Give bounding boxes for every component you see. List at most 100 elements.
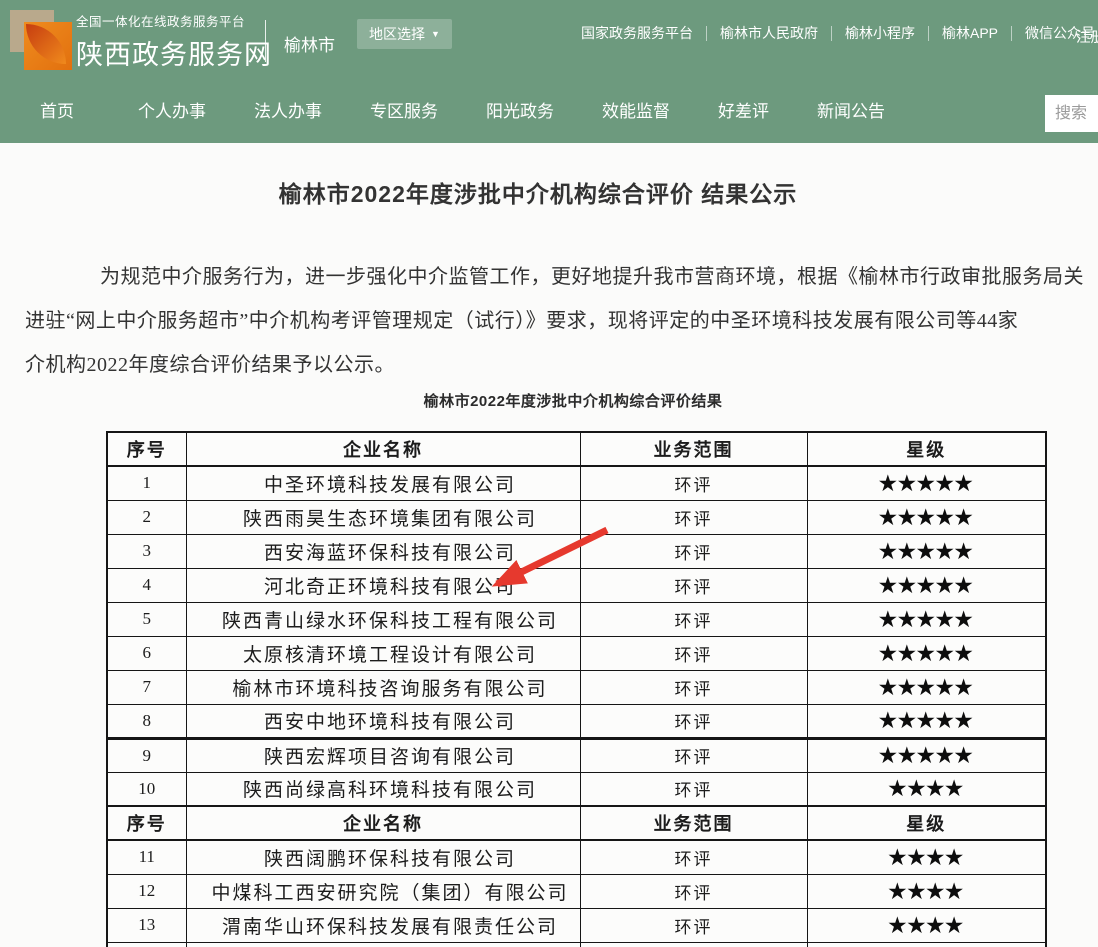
business-scope-cell: 环评 (580, 670, 807, 704)
table-row: 12中煤科工西安研究院（集团）有限公司环评★★★★ (107, 874, 1046, 908)
star-rating-cell: ★★★★★ (807, 704, 1046, 738)
register-link[interactable]: 注册 (1076, 26, 1098, 47)
table-caption: 榆林市2022年度涉批中介机构综合评价结果 (0, 390, 1098, 411)
business-scope-cell: 环评 (580, 772, 807, 806)
site-header: 全国一体化在线政务服务平台 陕西政务服务网 榆林市 地区选择 ▼ 国家政务服务平… (0, 0, 1098, 143)
serial-cell: 2 (107, 500, 186, 534)
column-header: 星级 (807, 432, 1046, 466)
business-scope-cell: 环评 (580, 704, 807, 738)
paragraph-line: 进驻“网上中介服务超市”中介机构考评管理规定（试行）》要求，现将评定的中圣环境科… (25, 299, 1098, 343)
company-name-cell: 太原核清环境工程设计有限公司 (186, 636, 580, 670)
nav-item[interactable]: 阳光政务 (486, 97, 554, 122)
company-name-cell: 西安海蓝环保科技有限公司 (186, 534, 580, 568)
notice-document: 榆林市2022年度涉批中介机构综合评价 结果公示 为规范中介服务行为，进一步强化… (0, 143, 1098, 947)
brand-block: 全国一体化在线政务服务平台 陕西政务服务网 (76, 11, 272, 72)
page-title: 榆林市2022年度涉批中介机构综合评价 结果公示 (0, 175, 1076, 209)
nav-item[interactable]: 首页 (40, 97, 74, 122)
company-name-cell: 陕西雨昊生态环境集团有限公司 (186, 500, 580, 534)
site-logo (10, 8, 74, 66)
serial-cell: 4 (107, 568, 186, 602)
table-row: 9陕西宏辉项目咨询有限公司环评★★★★★ (107, 738, 1046, 772)
business-scope-cell: 环评 (580, 636, 807, 670)
nav-item[interactable]: 好差评 (718, 97, 769, 122)
column-header: 企业名称 (186, 806, 580, 840)
serial-cell: 7 (107, 670, 186, 704)
nav-item[interactable]: 法人办事 (254, 97, 322, 122)
top-link[interactable]: 国家政务服务平台 (568, 26, 707, 41)
table-header-row: 序号企业名称业务范围星级 (107, 806, 1046, 840)
nav-item[interactable]: 专区服务 (370, 97, 438, 122)
company-name-cell (186, 942, 580, 947)
main-nav: 首页 个人办事 法人办事 专区服务 阳光政务 效能监督 好差评 新闻公告 (40, 97, 885, 122)
chevron-down-icon: ▼ (431, 30, 440, 39)
paragraph-line: 介机构2022年度综合评价结果予以公示。 (25, 343, 1098, 387)
serial-cell: 12 (107, 874, 186, 908)
company-name-cell: 榆林市环境科技咨询服务有限公司 (186, 670, 580, 704)
table-row: 11陕西阔鹏环保科技有限公司环评★★★★ (107, 840, 1046, 874)
current-city-label: 榆林市 (284, 31, 335, 56)
serial-cell: 11 (107, 840, 186, 874)
column-header: 序号 (107, 432, 186, 466)
nav-item[interactable]: 个人办事 (138, 97, 206, 122)
company-name-cell: 陕西阔鹏环保科技有限公司 (186, 840, 580, 874)
business-scope-cell: 环评 (580, 534, 807, 568)
serial-cell: 10 (107, 772, 186, 806)
table-row: 6太原核清环境工程设计有限公司环评★★★★★ (107, 636, 1046, 670)
business-scope-cell: 环评 (580, 840, 807, 874)
table-row: 10陕西尚绿高科环境科技有限公司环评★★★★ (107, 772, 1046, 806)
star-rating-cell: ★★★★★ (807, 670, 1046, 704)
star-rating-cell: ★★★★★ (807, 466, 1046, 500)
star-rating-cell: ★★★★ (807, 772, 1046, 806)
top-link[interactable]: 榆林市人民政府 (707, 26, 832, 41)
table-row (107, 942, 1046, 947)
serial-cell: 1 (107, 466, 186, 500)
star-rating-cell: ★★★★★ (807, 738, 1046, 772)
table-row: 2陕西雨昊生态环境集团有限公司环评★★★★★ (107, 500, 1046, 534)
nav-item[interactable]: 效能监督 (602, 97, 670, 122)
star-rating-cell: ★★★★ (807, 908, 1046, 942)
company-name-cell: 渭南华山环保科技发展有限责任公司 (186, 908, 580, 942)
table-row: 3西安海蓝环保科技有限公司环评★★★★★ (107, 534, 1046, 568)
serial-cell: 8 (107, 704, 186, 738)
paragraph-line: 为规范中介服务行为，进一步强化中介监管工作，更好地提升我市营商环境，根据《榆林市… (25, 255, 1098, 299)
star-rating-cell: ★★★★★ (807, 602, 1046, 636)
site-name: 陕西政务服务网 (76, 33, 272, 72)
business-scope-cell: 环评 (580, 602, 807, 636)
platform-subtitle: 全国一体化在线政务服务平台 (76, 11, 272, 30)
business-scope-cell: 环评 (580, 874, 807, 908)
header-divider (265, 20, 266, 62)
column-header: 星级 (807, 806, 1046, 840)
nav-item[interactable]: 新闻公告 (817, 97, 885, 122)
table-row: 1中圣环境科技发展有限公司环评★★★★★ (107, 466, 1046, 500)
top-link[interactable]: 榆林APP (929, 26, 1012, 41)
business-scope-cell (580, 942, 807, 947)
company-name-cell: 陕西尚绿高科环境科技有限公司 (186, 772, 580, 806)
company-name-cell: 中煤科工西安研究院（集团）有限公司 (186, 874, 580, 908)
company-name-cell: 西安中地环境科技有限公司 (186, 704, 580, 738)
evaluation-table: 序号企业名称业务范围星级1中圣环境科技发展有限公司环评★★★★★2陕西雨昊生态环… (106, 431, 1047, 947)
star-rating-cell (807, 942, 1046, 947)
column-header: 企业名称 (186, 432, 580, 466)
table-header-row: 序号企业名称业务范围星级 (107, 432, 1046, 466)
star-rating-cell: ★★★★★ (807, 534, 1046, 568)
column-header: 业务范围 (580, 432, 807, 466)
evaluation-table-body: 序号企业名称业务范围星级1中圣环境科技发展有限公司环评★★★★★2陕西雨昊生态环… (107, 432, 1046, 947)
column-header: 业务范围 (580, 806, 807, 840)
business-scope-cell: 环评 (580, 466, 807, 500)
company-name-cell: 中圣环境科技发展有限公司 (186, 466, 580, 500)
table-row: 8西安中地环境科技有限公司环评★★★★★ (107, 704, 1046, 738)
business-scope-cell: 环评 (580, 908, 807, 942)
serial-cell: 9 (107, 738, 186, 772)
serial-cell: 6 (107, 636, 186, 670)
table-row: 5陕西青山绿水环保科技工程有限公司环评★★★★★ (107, 602, 1046, 636)
business-scope-cell: 环评 (580, 738, 807, 772)
serial-cell (107, 942, 186, 947)
business-scope-cell: 环评 (580, 568, 807, 602)
top-link[interactable]: 榆林小程序 (832, 26, 929, 41)
company-name-cell: 河北奇正环境科技有限公司 (186, 568, 580, 602)
region-select-button[interactable]: 地区选择 ▼ (357, 19, 452, 49)
serial-cell: 13 (107, 908, 186, 942)
serial-cell: 3 (107, 534, 186, 568)
search-input[interactable] (1045, 95, 1098, 132)
serial-cell: 5 (107, 602, 186, 636)
